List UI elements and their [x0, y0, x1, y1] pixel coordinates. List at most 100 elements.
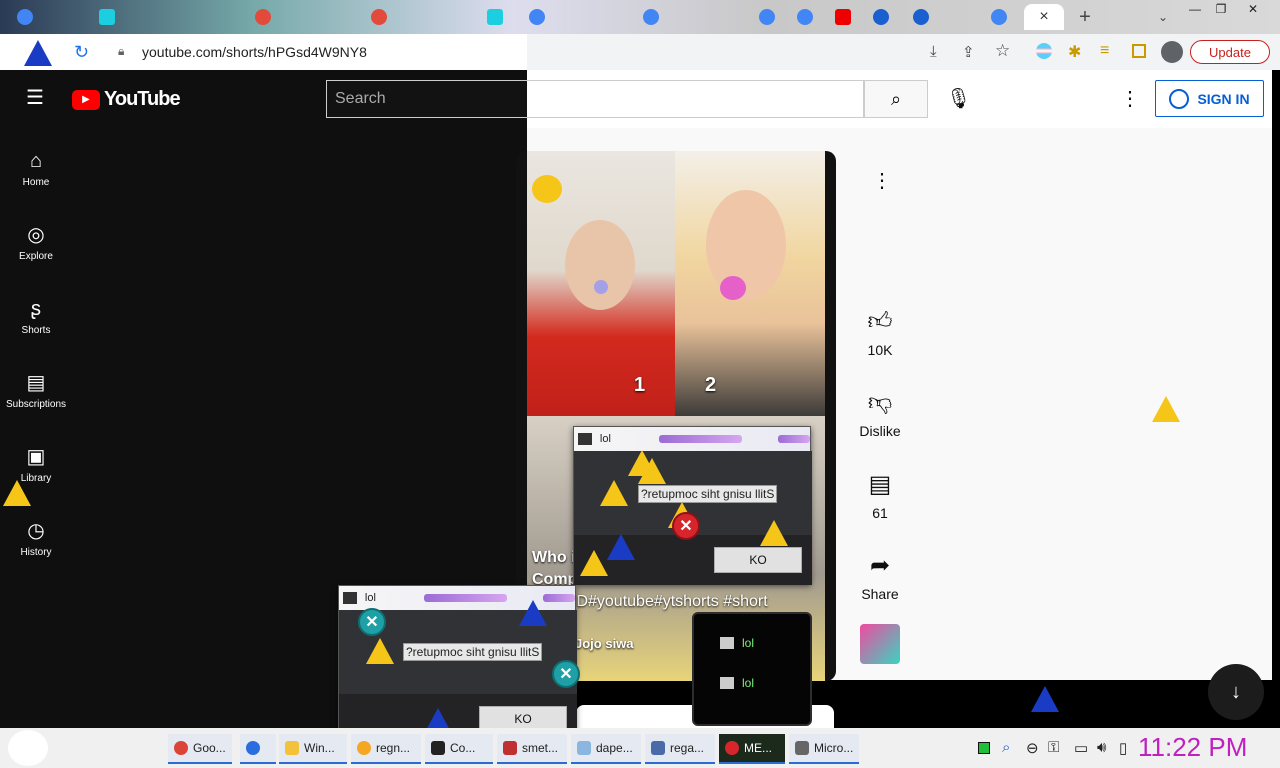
video-hashtags[interactable]: .D#youtube#ytshorts #short — [572, 593, 768, 611]
tray-green-icon[interactable] — [978, 742, 990, 754]
title-progress-bar — [778, 435, 810, 443]
tray-network-icon[interactable]: ⚿ — [1048, 739, 1059, 756]
lock-icon[interactable]: 🔒︎ — [118, 44, 124, 59]
youtube-icon — [835, 9, 851, 25]
install-icon[interactable]: ⤓ — [930, 43, 937, 60]
arrow-down-icon: ↓ — [1231, 680, 1241, 703]
black-menu-window[interactable] — [692, 612, 812, 726]
youtube-icon — [487, 9, 503, 25]
extensions-puzzle-icon[interactable]: ✱ — [1068, 42, 1081, 62]
taskbar-item[interactable]: regn... — [351, 734, 421, 764]
extension-flag-icon[interactable] — [1036, 43, 1052, 59]
sidebar-item-explore[interactable]: ◎ Explore — [0, 208, 72, 278]
tab[interactable] — [750, 4, 784, 30]
taskbar-clock[interactable]: 11:22 PM — [1138, 732, 1247, 763]
search-button[interactable]: ⌕ — [864, 80, 928, 118]
warning-icon — [366, 638, 394, 664]
tab[interactable] — [904, 4, 938, 30]
menu-item-label: lol — [742, 636, 755, 650]
error-icon: ✕ — [672, 512, 700, 540]
like-button[interactable]: 👍︎ 10K — [850, 308, 910, 358]
tab[interactable] — [788, 4, 822, 30]
menu-item[interactable]: lol — [720, 636, 754, 650]
sidebar-item-label: Explore — [19, 250, 53, 262]
share-icon[interactable]: ⇪ — [962, 43, 975, 61]
taskbar-item[interactable]: Goo... — [168, 734, 232, 764]
settings-more-icon[interactable]: ⋮ — [1120, 86, 1140, 111]
taskbar-item[interactable]: smet... — [497, 734, 567, 764]
tab[interactable] — [362, 4, 396, 30]
google-icon — [17, 9, 33, 25]
taskbar-item[interactable]: Micro... — [789, 734, 859, 764]
close-tab-icon[interactable]: × — [1039, 8, 1048, 26]
update-button[interactable]: Update — [1190, 40, 1270, 64]
app-icon — [343, 592, 357, 604]
sidebar-item-label: Subscriptions — [5, 398, 67, 410]
scroll-down-button[interactable]: ↓ — [1208, 664, 1264, 720]
profile-avatar[interactable] — [1161, 41, 1183, 63]
minimize-button[interactable]: — — [1182, 0, 1208, 18]
channel-name[interactable]: Jojo siwa — [575, 636, 634, 651]
active-tab[interactable]: × — [1024, 4, 1064, 30]
google-icon — [797, 9, 813, 25]
taskbar-item[interactable]: dape... — [571, 734, 641, 764]
warning-icon — [519, 600, 547, 626]
tab[interactable] — [478, 4, 512, 30]
warning-icon — [3, 480, 31, 506]
comments-button[interactable]: ▤ 61 — [850, 470, 910, 521]
bookmark-star-icon[interactable]: ☆ — [995, 41, 1010, 61]
close-window-button[interactable]: ✕ — [1240, 0, 1266, 18]
taskbar-item[interactable]: Win... — [279, 734, 347, 764]
sidebar-item-home[interactable]: ⌂ Home — [0, 134, 72, 204]
tray-search-icon[interactable]: ⌕ — [1002, 739, 1010, 756]
youtube-logo[interactable]: ▶ YouTube — [72, 88, 181, 111]
tray-app-icon[interactable]: ⊖ — [1026, 739, 1039, 757]
tab[interactable] — [982, 4, 1016, 30]
tab[interactable] — [520, 4, 554, 30]
app-icon — [720, 677, 734, 689]
tab[interactable] — [634, 4, 668, 30]
channel-avatar[interactable] — [860, 624, 900, 664]
share-button[interactable]: ➦ Share — [850, 551, 910, 602]
tab-search-icon[interactable]: ⌄ — [1146, 4, 1180, 30]
restore-button[interactable]: ❐ — [1208, 0, 1234, 18]
tab[interactable] — [8, 4, 42, 30]
tray-monitor-icon[interactable]: ▭ — [1074, 739, 1088, 757]
sidebar-item-subscriptions[interactable]: ▤ Subscriptions — [0, 356, 72, 426]
more-options-icon[interactable]: ⋮ — [872, 168, 892, 193]
tab[interactable] — [246, 4, 280, 30]
youtube-play-icon: ▶ — [72, 89, 100, 110]
share-arrow-icon: ➦ — [869, 552, 891, 579]
search-input-right[interactable] — [527, 80, 864, 118]
video-number-1: 1 — [634, 374, 646, 396]
hamburger-menu-icon[interactable]: ☰ — [26, 88, 44, 108]
microphone-icon[interactable]: 🎙︎ — [946, 86, 971, 111]
ok-button[interactable]: KO — [714, 547, 802, 573]
reload-icon[interactable]: ↻ — [74, 42, 89, 63]
tray-battery-icon[interactable]: ▯ — [1119, 739, 1127, 757]
taskbar-item[interactable]: rega... — [645, 734, 715, 764]
menu-item[interactable]: lol — [720, 676, 754, 690]
google-icon — [643, 9, 659, 25]
sidebar-item-history[interactable]: ◷ History — [0, 504, 72, 574]
dislike-button[interactable]: 👎︎ Dislike — [850, 389, 910, 439]
taskbar-item-label: ME... — [744, 741, 773, 755]
tab[interactable] — [864, 4, 898, 30]
malwarebytes-icon — [873, 9, 889, 25]
sign-in-button[interactable]: SIGN IN — [1155, 80, 1264, 117]
popup-title: lol — [599, 433, 611, 445]
tab[interactable] — [826, 4, 860, 30]
side-panel-icon[interactable] — [1132, 44, 1146, 58]
new-tab-button[interactable]: + — [1068, 4, 1102, 30]
taskbar-item[interactable]: ME... — [719, 734, 785, 764]
tab[interactable] — [90, 4, 124, 30]
subscriptions-icon: ▤ — [26, 371, 46, 394]
title-progress-bar — [658, 435, 743, 443]
reading-list-icon[interactable]: ≡ — [1100, 42, 1109, 60]
taskbar-item[interactable]: Co... — [425, 734, 493, 764]
sidebar-item-shorts[interactable]: ʂ Shorts — [0, 282, 72, 352]
tray-volume-icon[interactable]: 🔊︎ — [1097, 739, 1106, 756]
taskbar-item[interactable] — [240, 734, 276, 764]
start-button[interactable] — [8, 730, 48, 766]
url-field[interactable]: youtube.com/shorts/hPGsd4W9NY8 — [142, 40, 562, 64]
